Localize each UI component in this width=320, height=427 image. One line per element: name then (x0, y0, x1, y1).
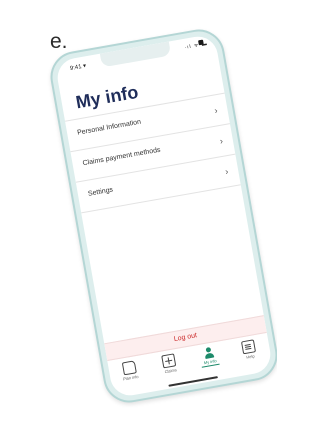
menu-item-label: Personal Information (76, 118, 142, 137)
tab-claims[interactable]: Claims (155, 350, 184, 375)
tab-label: Help (245, 353, 255, 360)
chevron-right-icon: › (218, 135, 224, 147)
stage: e. 9:41 ▾ ·ıl ᯤ ▬ My info Personal Infor… (0, 0, 277, 427)
status-time: 9:41 ▾ (69, 63, 87, 73)
document-icon (121, 360, 137, 376)
menu-item-label: Claims payment methods (82, 146, 162, 168)
chevron-right-icon: › (224, 166, 230, 177)
chat-icon (241, 339, 257, 355)
tab-label: Claims (164, 367, 178, 375)
tab-help[interactable]: Help (234, 336, 263, 361)
tab-plan-info[interactable]: Plan info (115, 357, 144, 382)
menu-item-label: Settings (87, 186, 114, 198)
plus-icon (161, 353, 177, 369)
tab-label: Plan info (122, 373, 139, 382)
status-icons: ·ıl ᯤ ▬ (184, 40, 209, 51)
tab-my-info[interactable]: My info (195, 343, 224, 368)
chevron-right-icon: › (213, 105, 219, 116)
phone-screen: 9:41 ▾ ·ıl ᯤ ▬ My info Personal Informat… (54, 33, 274, 399)
person-icon (202, 346, 215, 359)
phone-mockup: 9:41 ▾ ·ıl ᯤ ▬ My info Personal Informat… (46, 25, 277, 407)
background-text-fragment: e. (50, 30, 68, 53)
